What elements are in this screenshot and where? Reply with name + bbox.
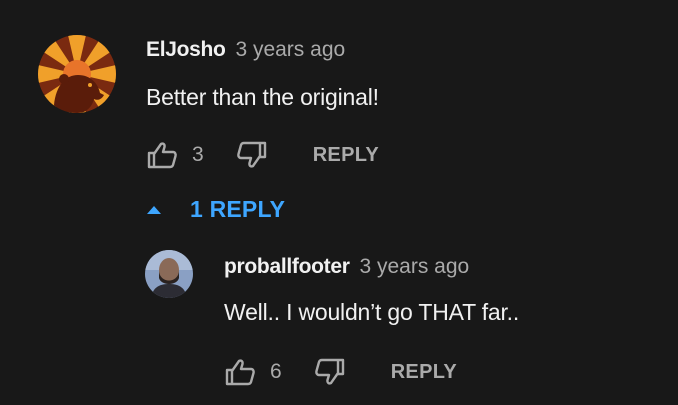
reply-timestamp[interactable]: 3 years ago [359,255,469,278]
thumbs-down-icon[interactable] [314,358,346,386]
avatar[interactable] [145,250,193,298]
thumbs-up-icon[interactable] [146,141,178,169]
reply-header: proballfooter 3 years ago [224,255,469,279]
person-photo-avatar-icon [145,250,193,298]
sunburst-bear-avatar-icon [38,35,116,113]
avatar[interactable] [38,35,116,113]
reply-actions: 6 REPLY [224,357,457,387]
comment-header: ElJosho 3 years ago [146,38,345,62]
like-count: 3 [192,143,204,166]
comment-text: Better than the original! [146,84,379,110]
view-replies-toggle[interactable]: 1 REPLY [144,196,285,223]
reply-author[interactable]: proballfooter [224,255,350,278]
reply-button[interactable]: REPLY [391,361,457,384]
reply-text: Well.. I wouldn’t go THAT far.. [224,299,520,325]
reply-button[interactable]: REPLY [313,144,379,167]
comment-author[interactable]: ElJosho [146,38,226,61]
thumbs-down-icon[interactable] [236,141,268,169]
thumbs-up-icon[interactable] [224,358,256,386]
comment-timestamp[interactable]: 3 years ago [235,38,345,61]
caret-up-icon [144,196,164,223]
replies-count-label: 1 REPLY [190,196,286,222]
comment-actions: 3 REPLY [146,140,379,170]
like-count: 6 [270,360,282,383]
